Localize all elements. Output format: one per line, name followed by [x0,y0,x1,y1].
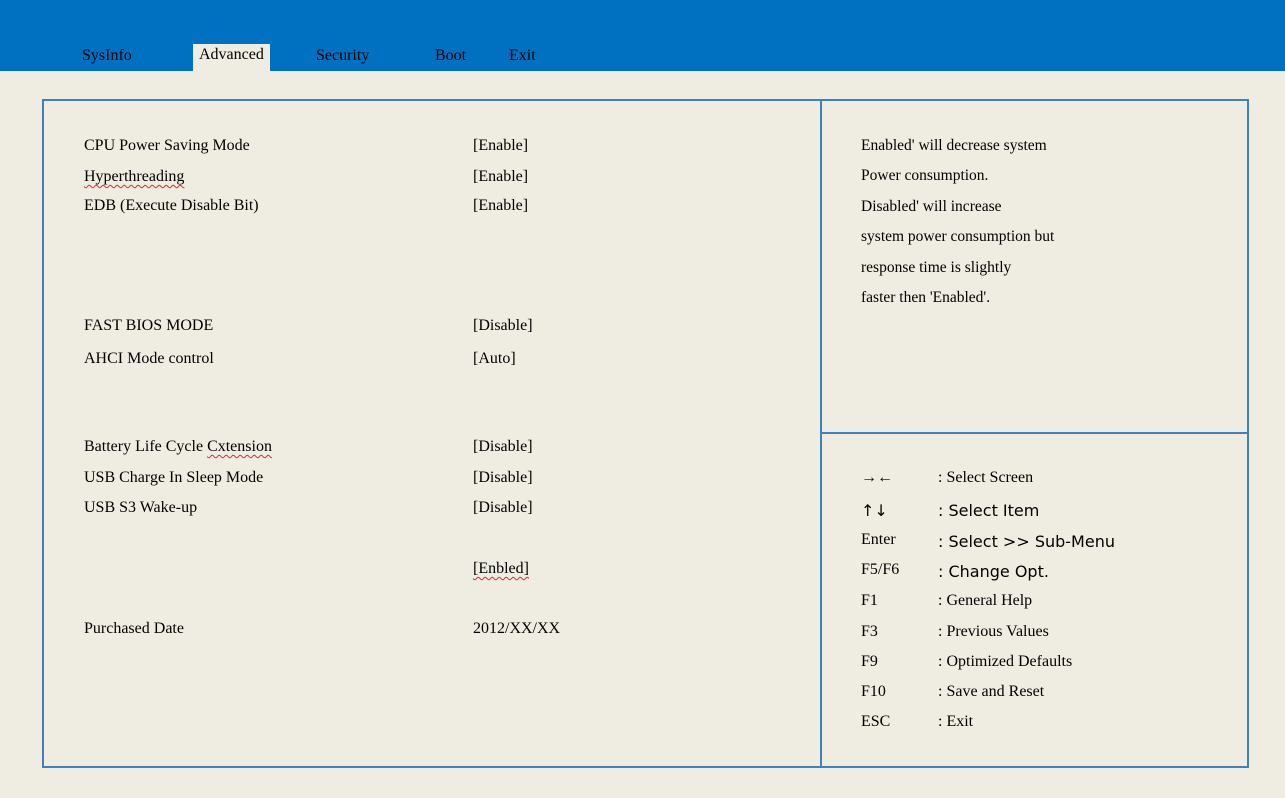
key-name: Enter [861,531,896,548]
tab-advanced[interactable]: Advanced [193,44,270,71]
setting-value[interactable]: [Enable] [473,137,528,155]
help-line: system power consumption but [861,228,1055,245]
key-name: F9 [861,653,878,670]
tab-exit[interactable]: Exit [509,45,536,69]
help-line: Enabled' will decrease system [861,137,1047,154]
help-line: Power consumption. [861,167,989,184]
key-name: F1 [861,592,878,609]
setting-value[interactable]: [Disable] [473,499,533,517]
setting-label: Battery Life Cycle Cxtension [84,438,272,456]
key-desc: : Select >> Sub-Menu [938,532,1115,551]
setting-value[interactable]: [Enbled] [473,560,529,578]
arrows-ud-icon: ↑↓ [861,501,888,520]
key-desc: : General Help [938,592,1033,609]
setting-label: EDB (Execute Disable Bit) [84,197,259,214]
menu-bar: SysInfo Advanced Security Boot Exit [0,0,1285,71]
tab-sysinfo[interactable]: SysInfo [82,45,132,69]
key-name: F10 [861,683,886,700]
setting-label: USB Charge In Sleep Mode [84,469,264,486]
key-desc: : Previous Values [938,623,1049,640]
setting-label: Purchased Date [84,620,184,637]
tab-security[interactable]: Security [316,45,369,69]
help-line: response time is slightly [861,259,1012,276]
misspelled-word: Cxtension [207,438,272,455]
setting-value[interactable]: [Disable] [473,317,533,335]
key-desc: : Exit [938,713,974,730]
setting-value[interactable]: [Disable] [473,438,533,456]
setting-label-text: Battery Life Cycle Cxtension [84,438,272,455]
setting-label: USB S3 Wake-up [84,499,198,516]
key-desc: : Optimized Defaults [938,653,1073,670]
setting-value: 2012/XX/XX [473,620,561,637]
help-line: Disabled' will increase [861,198,1002,215]
setting-label: Hyperthreading [84,168,185,185]
setting-label: CPU Power Saving Mode [84,137,250,154]
setting-value[interactable]: [Enable] [473,168,528,186]
setting-value[interactable]: [Auto] [473,350,516,368]
key-name: F5/F6 [861,561,900,578]
setting-label: AHCI Mode control [84,350,214,367]
setting-value[interactable]: [Enable] [473,197,528,215]
setting-label: FAST BIOS MODE [84,317,214,334]
key-desc: : Change Opt. [938,562,1049,581]
help-divider [820,432,1249,434]
key-desc: : Select Item [938,501,1040,520]
arrows-lr-icon: →← [861,469,893,486]
setting-value[interactable]: [Disable] [473,469,533,487]
key-desc: : Save and Reset [938,683,1045,700]
key-desc: : Select Screen [938,469,1034,486]
help-line: faster then 'Enabled'. [861,289,991,306]
key-name: ESC [861,713,891,730]
key-name: F3 [861,623,878,640]
tab-boot[interactable]: Boot [435,45,466,69]
